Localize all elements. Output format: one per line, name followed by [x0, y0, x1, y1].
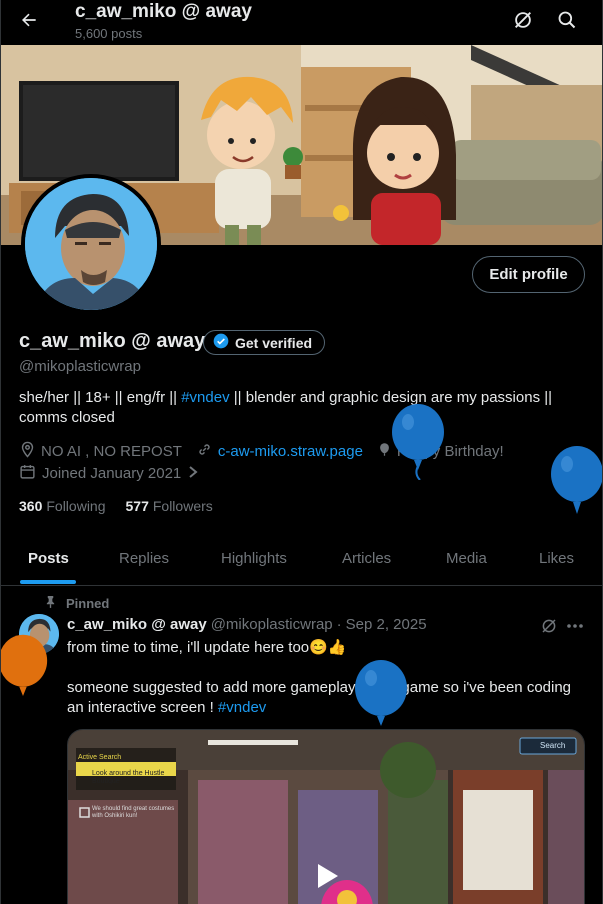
profile-avatar[interactable] [21, 174, 161, 314]
post-header: c_aw_miko @ away @mikoplasticwrap · Sep … [67, 616, 427, 633]
header-title: c_aw_miko @ away [75, 1, 252, 22]
search-icon[interactable] [555, 8, 579, 32]
tab-media[interactable]: Media [446, 550, 487, 567]
pinned-text: Pinned [66, 595, 110, 611]
display-name: c_aw_miko @ away [19, 330, 206, 352]
following-link[interactable]: 360 Following [19, 498, 106, 514]
joined-text: Joined January 2021 [42, 465, 182, 482]
following-count: 360 [19, 498, 43, 514]
bio-text: she/her || 18+ || eng/fr || [19, 389, 182, 406]
post-separator: · [336, 616, 342, 633]
post-media[interactable]: Active Search Look around the Hustle Bou… [67, 729, 585, 904]
edit-profile-button[interactable]: Edit profile [472, 256, 585, 293]
link-icon [196, 441, 213, 462]
location-text: NO AI , NO REPOST [41, 443, 182, 460]
bio-hashtag-link[interactable]: #vndev [181, 389, 229, 406]
chevron-right-icon[interactable] [187, 465, 199, 483]
followers-link[interactable]: 577 Followers [126, 498, 213, 514]
post-line-1: from time to time, i'll update here too😊… [67, 639, 347, 656]
search-button-label: Search [540, 741, 566, 750]
post-author-handle[interactable]: @mikoplasticwrap [211, 616, 333, 633]
website-link[interactable]: c-aw-miko.straw.page [218, 443, 363, 460]
followers-label: Followers [152, 498, 213, 514]
location-pin-icon [19, 441, 36, 462]
task-2-text: We should find great costumes with Oshik… [92, 806, 175, 819]
post-line-2-text: someone suggested to add more gameplay t… [67, 679, 572, 716]
post-author-avatar[interactable] [19, 614, 59, 654]
location-item: NO AI , NO REPOST [19, 441, 182, 462]
play-icon[interactable] [308, 856, 348, 896]
back-arrow-icon[interactable] [17, 8, 41, 32]
tab-posts[interactable]: Posts [28, 550, 69, 567]
followers-count: 577 [125, 498, 149, 514]
post-body: from time to time, i'll update here too😊… [67, 638, 587, 718]
top-bar: c_aw_miko @ away 5,600 posts [1, 0, 602, 45]
post-hashtag-link[interactable]: #vndev [218, 699, 266, 716]
tab-highlights[interactable]: Highlights [221, 550, 287, 567]
get-verified-label: Get verified [235, 334, 313, 351]
more-options-icon[interactable] [564, 616, 586, 636]
pinned-label: Pinned [45, 595, 109, 611]
profile-bio: she/her || 18+ || eng/fr || #vndev || bl… [19, 388, 579, 428]
profile-handle: @mikoplasticwrap [19, 358, 141, 375]
posts-count: 5,600 posts [75, 26, 143, 41]
profile-meta: NO AI , NO REPOST c-aw-miko.straw.page H… [19, 441, 504, 462]
following-label: Following [46, 498, 106, 514]
joined-row: Joined January 2021 [19, 463, 199, 484]
birthday-item: Happy Birthday! [377, 441, 504, 462]
grok-post-icon[interactable] [538, 616, 560, 636]
follow-stats: 360 Following 577 Followers [19, 498, 213, 514]
tab-replies[interactable]: Replies [119, 550, 169, 567]
birthday-text: Happy Birthday! [396, 443, 504, 460]
get-verified-button[interactable]: Get verified [203, 330, 326, 355]
task-1-text: Look around the Hustle Boutique [92, 770, 165, 785]
profile-page: c_aw_miko @ away 5,600 posts Edit profil… [0, 0, 603, 904]
post-author-name[interactable]: c_aw_miko @ away [67, 616, 207, 633]
tab-likes[interactable]: Likes [539, 550, 574, 567]
tab-articles[interactable]: Articles [342, 550, 391, 567]
verified-badge-icon [213, 333, 229, 352]
active-search-label: Active Search [78, 754, 122, 761]
calendar-icon [19, 463, 36, 484]
grok-icon[interactable] [511, 8, 535, 32]
balloon-icon [377, 441, 392, 462]
post-date[interactable]: Sep 2, 2025 [346, 616, 427, 633]
profile-tabs: Posts Replies Highlights Articles Media … [1, 530, 602, 586]
pin-icon [45, 595, 56, 611]
active-tab-indicator [20, 580, 76, 584]
website-item[interactable]: c-aw-miko.straw.page [196, 441, 363, 462]
balloon-blue-icon-2 [551, 446, 602, 514]
post-line-2: someone suggested to add more gameplay t… [67, 678, 587, 718]
